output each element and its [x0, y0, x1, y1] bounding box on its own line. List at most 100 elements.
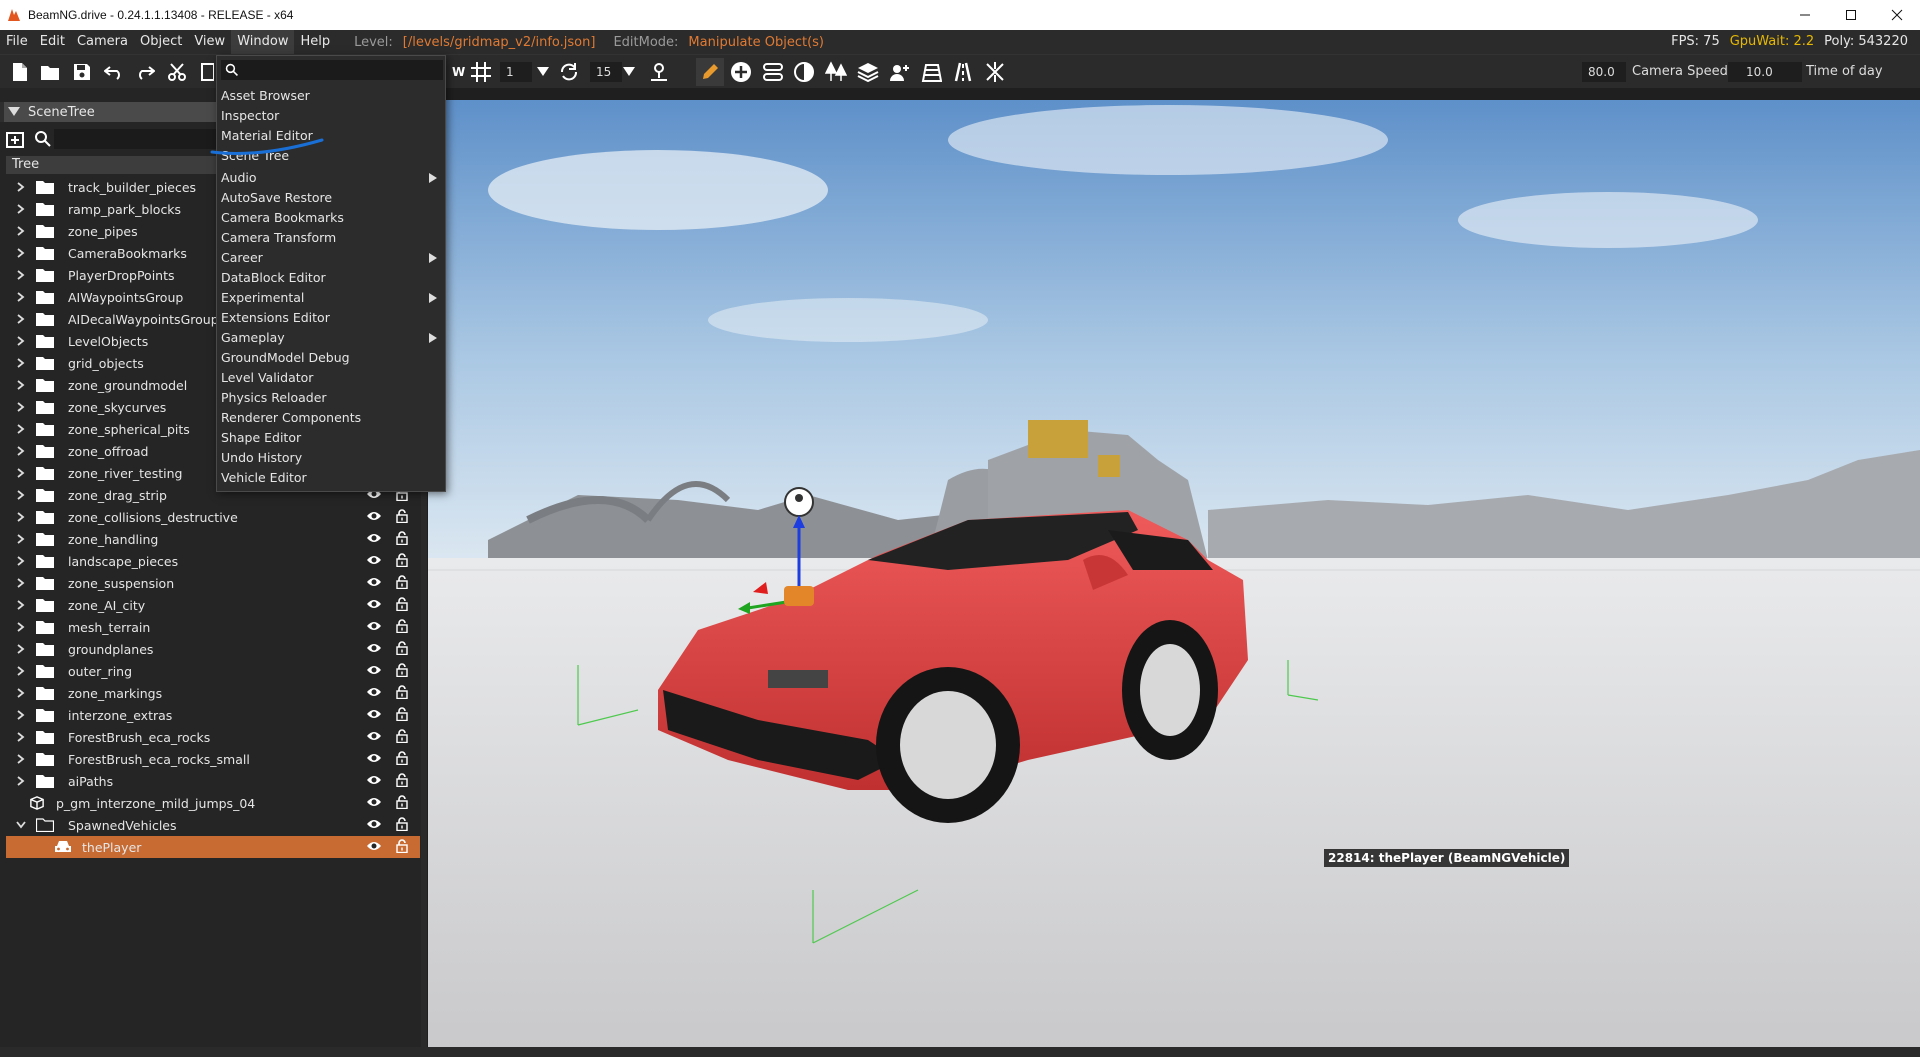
chevron-right-icon[interactable]: [14, 358, 28, 368]
forest-editor-icon[interactable]: [825, 61, 847, 83]
menu-view[interactable]: View: [188, 30, 231, 54]
lock-icon[interactable]: [396, 509, 408, 523]
menu-camera[interactable]: Camera: [71, 30, 134, 54]
lock-icon[interactable]: [396, 729, 408, 743]
terrain-snap-icon[interactable]: [648, 61, 670, 83]
visibility-eye-icon[interactable]: [366, 818, 382, 830]
visibility-eye-icon[interactable]: [366, 774, 382, 786]
tree-item[interactable]: zone_collisions_destructive: [6, 506, 420, 528]
menu-edit[interactable]: Edit: [34, 30, 71, 54]
lock-icon[interactable]: [396, 795, 408, 809]
fov-input[interactable]: 80.0: [1582, 62, 1626, 82]
lock-icon[interactable]: [396, 751, 408, 765]
window-menu-item[interactable]: Asset Browser: [217, 86, 445, 106]
window-menu-item[interactable]: Vehicle Editor: [217, 468, 445, 488]
window-menu-item[interactable]: Audio: [217, 168, 445, 188]
window-menu-item[interactable]: Level Validator: [217, 368, 445, 388]
chevron-right-icon[interactable]: [14, 600, 28, 610]
visibility-eye-icon[interactable]: [366, 576, 382, 588]
visibility-eye-icon[interactable]: [366, 554, 382, 566]
window-menu-item[interactable]: Inspector: [217, 106, 445, 126]
visibility-eye-icon[interactable]: [366, 510, 382, 522]
chevron-right-icon[interactable]: [14, 182, 28, 192]
visibility-eye-icon[interactable]: [366, 730, 382, 742]
tree-item[interactable]: zone_markings: [6, 682, 420, 704]
tree-item[interactable]: mesh_terrain: [6, 616, 420, 638]
chevron-right-icon[interactable]: [14, 248, 28, 258]
visibility-eye-icon[interactable]: [366, 620, 382, 632]
lock-icon[interactable]: [396, 575, 408, 589]
chevron-right-icon[interactable]: [14, 776, 28, 786]
chevron-right-icon[interactable]: [14, 468, 28, 478]
mesh-layers-icon[interactable]: [857, 61, 879, 83]
menu-file[interactable]: File: [0, 30, 34, 54]
chevron-right-icon[interactable]: [14, 292, 28, 302]
tree-item[interactable]: SpawnedVehicles: [6, 814, 420, 836]
menu-help[interactable]: Help: [294, 30, 336, 54]
close-button[interactable]: [1874, 0, 1920, 30]
add-group-icon[interactable]: [6, 130, 26, 148]
visibility-eye-icon[interactable]: [366, 840, 382, 852]
window-menu-item[interactable]: Shape Editor: [217, 428, 445, 448]
visibility-eye-icon[interactable]: [366, 796, 382, 808]
lock-icon[interactable]: [396, 817, 408, 831]
window-menu-item[interactable]: AutoSave Restore: [217, 188, 445, 208]
road-editor-icon[interactable]: [762, 61, 784, 83]
tree-item[interactable]: zone_suspension: [6, 572, 420, 594]
chevron-right-icon[interactable]: [14, 446, 28, 456]
grid-snap-icon[interactable]: [470, 61, 492, 83]
chevron-right-icon[interactable]: [14, 710, 28, 720]
menu-object[interactable]: Object: [134, 30, 188, 54]
rotate-snap-dropdown-icon[interactable]: [618, 61, 640, 83]
edit-pencil-icon[interactable]: [696, 58, 724, 86]
chevron-right-icon[interactable]: [14, 380, 28, 390]
chevron-right-icon[interactable]: [14, 732, 28, 742]
lock-icon[interactable]: [396, 707, 408, 721]
rotate-snap-icon[interactable]: [558, 61, 580, 83]
window-menu-item[interactable]: Gameplay: [217, 328, 445, 348]
tree-item[interactable]: aiPaths: [6, 770, 420, 792]
lock-icon[interactable]: [396, 531, 408, 545]
window-menu-item[interactable]: Physics Reloader: [217, 388, 445, 408]
window-menu-item[interactable]: Camera Transform: [217, 228, 445, 248]
chevron-right-icon[interactable]: [14, 490, 28, 500]
lock-icon[interactable]: [396, 641, 408, 655]
snap-world-icon[interactable]: W: [448, 61, 470, 83]
window-menu-item[interactable]: Career: [217, 248, 445, 268]
visibility-eye-icon[interactable]: [366, 532, 382, 544]
chevron-down-icon[interactable]: [14, 821, 28, 829]
tree-item[interactable]: outer_ring: [6, 660, 420, 682]
chevron-right-icon[interactable]: [14, 754, 28, 764]
tree-item[interactable]: landscape_pieces: [6, 550, 420, 572]
terrain-paint-icon[interactable]: [793, 61, 815, 83]
visibility-eye-icon[interactable]: [366, 642, 382, 654]
chevron-right-icon[interactable]: [14, 402, 28, 412]
minimize-button[interactable]: [1782, 0, 1828, 30]
undo-icon[interactable]: [103, 61, 125, 83]
maximize-button[interactable]: [1828, 0, 1874, 30]
camera-speed-input[interactable]: 10.0: [1728, 62, 1802, 82]
chevron-right-icon[interactable]: [14, 226, 28, 236]
chevron-right-icon[interactable]: [14, 644, 28, 654]
copy-icon[interactable]: [196, 61, 218, 83]
visibility-eye-icon[interactable]: [366, 708, 382, 720]
lock-icon[interactable]: [396, 773, 408, 787]
window-menu-item[interactable]: Camera Bookmarks: [217, 208, 445, 228]
save-icon[interactable]: [71, 61, 93, 83]
lock-icon[interactable]: [396, 685, 408, 699]
chevron-right-icon[interactable]: [14, 578, 28, 588]
chevron-right-icon[interactable]: [14, 622, 28, 632]
window-menu-item[interactable]: Renderer Components: [217, 408, 445, 428]
window-menu-item[interactable]: DataBlock Editor: [217, 268, 445, 288]
grid-size-input[interactable]: 1: [500, 62, 532, 82]
window-menu-item[interactable]: Experimental: [217, 288, 445, 308]
visibility-eye-icon[interactable]: [366, 598, 382, 610]
lock-icon[interactable]: [396, 839, 408, 853]
visibility-eye-icon[interactable]: [366, 664, 382, 676]
tree-item[interactable]: ForestBrush_eca_rocks: [6, 726, 420, 748]
tree-item[interactable]: p_gm_interzone_mild_jumps_04: [6, 792, 420, 814]
visibility-eye-icon[interactable]: [366, 686, 382, 698]
tree-item[interactable]: ForestBrush_eca_rocks_small: [6, 748, 420, 770]
window-menu-search-input[interactable]: [221, 60, 443, 80]
road-lanes-icon[interactable]: [952, 61, 974, 83]
